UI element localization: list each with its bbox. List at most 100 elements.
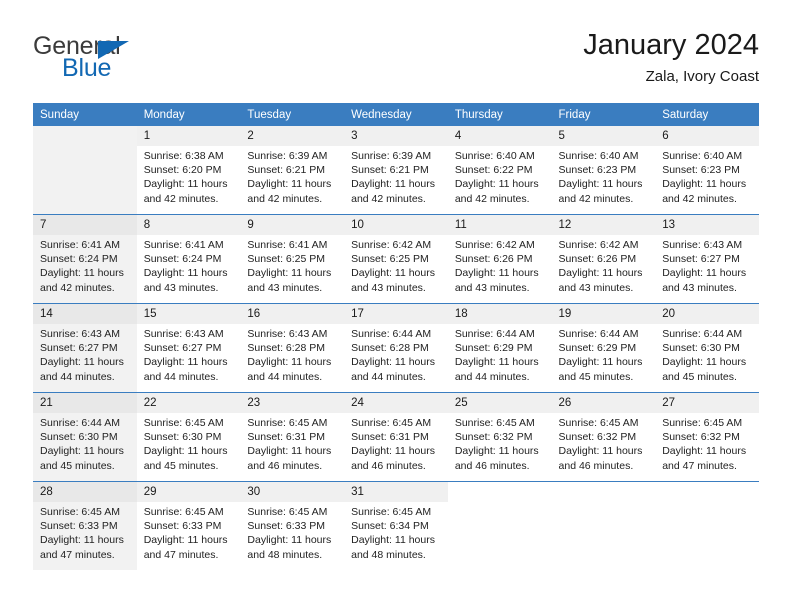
sunset-text: Sunset: 6:33 PM	[40, 520, 118, 533]
sunrise-text: Sunrise: 6:39 AM	[351, 150, 432, 162]
daylight-text-line2: and 42 minutes.	[40, 281, 115, 294]
day-details: Sunrise: 6:45 AM Sunset: 6:30 PM Daylight:…	[137, 413, 241, 473]
calendar-day-cell[interactable]: 15 Sunrise: 6:43 AM Sunset: 6:27 PM Dayligh…	[136, 304, 241, 392]
sunset-text: Sunset: 6:33 PM	[143, 520, 222, 533]
weekday-header-saturday: Saturday	[655, 103, 759, 126]
sunrise-text: Sunrise: 6:44 AM	[662, 328, 743, 340]
daylight-text-line1: Daylight: 11 hours	[143, 534, 228, 547]
sunset-text: Sunset: 6:32 PM	[662, 431, 740, 444]
calendar-day-cell[interactable]: 18 Sunrise: 6:44 AM Sunset: 6:29 PM Dayligh…	[447, 304, 552, 392]
daylight-text-line2: and 44 minutes.	[143, 370, 219, 383]
calendar-day-cell[interactable]: 24 Sunrise: 6:45 AM Sunset: 6:31 PM Dayligh…	[344, 393, 448, 481]
calendar-day-cell-empty	[33, 126, 137, 214]
daylight-text-line2: and 48 minutes.	[351, 548, 426, 561]
day-details: Sunrise: 6:44 AM Sunset: 6:28 PM Daylight:…	[344, 324, 448, 384]
day-details: Sunrise: 6:45 AM Sunset: 6:32 PM Daylight:…	[655, 413, 759, 473]
daylight-text-line1: Daylight: 11 hours	[247, 267, 332, 280]
day-number	[552, 482, 656, 502]
daylight-text-line2: and 45 minutes.	[143, 459, 219, 472]
day-details: Sunrise: 6:44 AM Sunset: 6:29 PM Daylight:…	[448, 324, 552, 384]
calendar-day-cell[interactable]: 30 Sunrise: 6:45 AM Sunset: 6:33 PM Dayligh…	[240, 482, 345, 570]
calendar-day-cell[interactable]: 1 Sunrise: 6:38 AM Sunset: 6:20 PM Daylight…	[136, 126, 241, 214]
daylight-text-line1: Daylight: 11 hours	[40, 445, 124, 458]
day-details: Sunrise: 6:44 AM Sunset: 6:29 PM Daylight:…	[552, 324, 656, 384]
daylight-text-line2: and 44 minutes.	[454, 370, 530, 383]
sunrise-text: Sunrise: 6:45 AM	[247, 506, 328, 518]
daylight-text-line2: and 42 minutes.	[351, 192, 426, 205]
calendar-day-cell[interactable]: 13 Sunrise: 6:43 AM Sunset: 6:27 PM Dayligh…	[655, 215, 759, 303]
calendar-page: General Blue January 2024 Zala, Ivory Co…	[0, 0, 792, 612]
sunrise-text: Sunrise: 6:45 AM	[247, 417, 328, 429]
day-details: Sunrise: 6:45 AM Sunset: 6:32 PM Daylight:…	[552, 413, 656, 473]
calendar-day-cell[interactable]: 17 Sunrise: 6:44 AM Sunset: 6:28 PM Dayligh…	[344, 304, 448, 392]
calendar-day-cell[interactable]: 2 Sunrise: 6:39 AM Sunset: 6:21 PM Daylight…	[240, 126, 345, 214]
calendar-day-cell[interactable]: 3 Sunrise: 6:39 AM Sunset: 6:21 PM Daylight…	[344, 126, 448, 214]
day-details: Sunrise: 6:41 AM Sunset: 6:25 PM Daylight:…	[240, 235, 344, 295]
calendar-day-cell[interactable]: 16 Sunrise: 6:43 AM Sunset: 6:28 PM Dayligh…	[240, 304, 345, 392]
page-title: January 2024	[583, 29, 759, 61]
page-header: General Blue January 2024 Zala, Ivory Co…	[33, 28, 759, 90]
day-details: Sunrise: 6:44 AM Sunset: 6:30 PM Daylight:…	[655, 324, 759, 384]
day-number: 1	[136, 126, 241, 146]
calendar-day-cell[interactable]: 21 Sunrise: 6:44 AM Sunset: 6:30 PM Dayligh…	[33, 393, 137, 481]
day-number: 31	[344, 482, 448, 502]
day-number: 13	[655, 215, 759, 235]
calendar-day-cell-empty	[655, 482, 759, 570]
calendar-day-cell[interactable]: 4 Sunrise: 6:40 AM Sunset: 6:22 PM Daylight…	[447, 126, 552, 214]
calendar-day-cell[interactable]: 6 Sunrise: 6:40 AM Sunset: 6:23 PM Daylight…	[655, 126, 759, 214]
daylight-text-line1: Daylight: 11 hours	[454, 356, 539, 369]
calendar-day-cell[interactable]: 7 Sunrise: 6:41 AM Sunset: 6:24 PM Daylight…	[33, 215, 137, 303]
sunrise-text: Sunrise: 6:41 AM	[247, 239, 328, 251]
sunset-text: Sunset: 6:21 PM	[247, 164, 326, 177]
sunrise-text: Sunrise: 6:43 AM	[143, 328, 224, 340]
day-number: 28	[33, 482, 137, 502]
day-number: 25	[447, 393, 552, 413]
daylight-text-line1: Daylight: 11 hours	[143, 267, 228, 280]
sunset-text: Sunset: 6:30 PM	[40, 431, 118, 444]
daylight-text-line2: and 43 minutes.	[454, 281, 530, 294]
calendar-day-cell[interactable]: 28 Sunrise: 6:45 AM Sunset: 6:33 PM Dayligh…	[33, 482, 137, 570]
daylight-text-line1: Daylight: 11 hours	[558, 267, 643, 280]
daylight-text-line2: and 47 minutes.	[40, 548, 115, 561]
calendar-day-cell[interactable]: 26 Sunrise: 6:45 AM Sunset: 6:32 PM Dayligh…	[551, 393, 656, 481]
day-number: 15	[136, 304, 241, 324]
daylight-text-line1: Daylight: 11 hours	[662, 178, 747, 191]
calendar-day-cell[interactable]: 12 Sunrise: 6:42 AM Sunset: 6:26 PM Dayligh…	[551, 215, 656, 303]
day-number: 17	[344, 304, 448, 324]
day-number: 9	[240, 215, 345, 235]
calendar-day-cell[interactable]: 31 Sunrise: 6:45 AM Sunset: 6:34 PM Dayligh…	[344, 482, 448, 570]
daylight-text-line1: Daylight: 11 hours	[558, 356, 643, 369]
calendar-day-cell[interactable]: 10 Sunrise: 6:42 AM Sunset: 6:25 PM Dayligh…	[344, 215, 448, 303]
calendar-week-row: 1 Sunrise: 6:38 AM Sunset: 6:20 PM Daylight…	[33, 126, 759, 215]
calendar-day-cell[interactable]: 23 Sunrise: 6:45 AM Sunset: 6:31 PM Dayligh…	[240, 393, 345, 481]
daylight-text-line2: and 46 minutes.	[454, 459, 530, 472]
day-number: 2	[240, 126, 345, 146]
sunrise-text: Sunrise: 6:40 AM	[558, 150, 639, 162]
daylight-text-line1: Daylight: 11 hours	[662, 267, 747, 280]
daylight-text-line2: and 46 minutes.	[351, 459, 426, 472]
calendar-day-cell[interactable]: 22 Sunrise: 6:45 AM Sunset: 6:30 PM Dayligh…	[136, 393, 241, 481]
calendar-day-cell[interactable]: 27 Sunrise: 6:45 AM Sunset: 6:32 PM Dayligh…	[655, 393, 759, 481]
calendar-day-cell[interactable]: 20 Sunrise: 6:44 AM Sunset: 6:30 PM Dayligh…	[655, 304, 759, 392]
day-number: 24	[344, 393, 448, 413]
sunset-text: Sunset: 6:31 PM	[247, 431, 326, 444]
day-number: 16	[240, 304, 345, 324]
calendar-day-cell[interactable]: 9 Sunrise: 6:41 AM Sunset: 6:25 PM Daylight…	[240, 215, 345, 303]
calendar-day-cell[interactable]: 5 Sunrise: 6:40 AM Sunset: 6:23 PM Daylight…	[551, 126, 656, 214]
day-number: 22	[136, 393, 241, 413]
calendar-day-cell[interactable]: 8 Sunrise: 6:41 AM Sunset: 6:24 PM Daylight…	[136, 215, 241, 303]
sunrise-text: Sunrise: 6:45 AM	[143, 506, 224, 518]
day-number: 26	[551, 393, 656, 413]
day-number: 29	[136, 482, 241, 502]
calendar-day-cell[interactable]: 11 Sunrise: 6:42 AM Sunset: 6:26 PM Dayligh…	[447, 215, 552, 303]
calendar-day-cell[interactable]: 29 Sunrise: 6:45 AM Sunset: 6:33 PM Dayligh…	[136, 482, 241, 570]
daylight-text-line1: Daylight: 11 hours	[351, 445, 435, 458]
day-details: Sunrise: 6:43 AM Sunset: 6:27 PM Daylight:…	[137, 324, 241, 384]
general-blue-logo[interactable]: General Blue	[33, 32, 233, 88]
calendar-day-cell[interactable]: 14 Sunrise: 6:43 AM Sunset: 6:27 PM Dayligh…	[33, 304, 137, 392]
day-details: Sunrise: 6:42 AM Sunset: 6:26 PM Daylight:…	[552, 235, 656, 295]
calendar-day-cell[interactable]: 25 Sunrise: 6:45 AM Sunset: 6:32 PM Dayligh…	[447, 393, 552, 481]
calendar-day-cell[interactable]: 19 Sunrise: 6:44 AM Sunset: 6:29 PM Dayligh…	[551, 304, 656, 392]
day-number	[448, 482, 552, 502]
day-details: Sunrise: 6:40 AM Sunset: 6:23 PM Daylight:…	[655, 146, 759, 206]
